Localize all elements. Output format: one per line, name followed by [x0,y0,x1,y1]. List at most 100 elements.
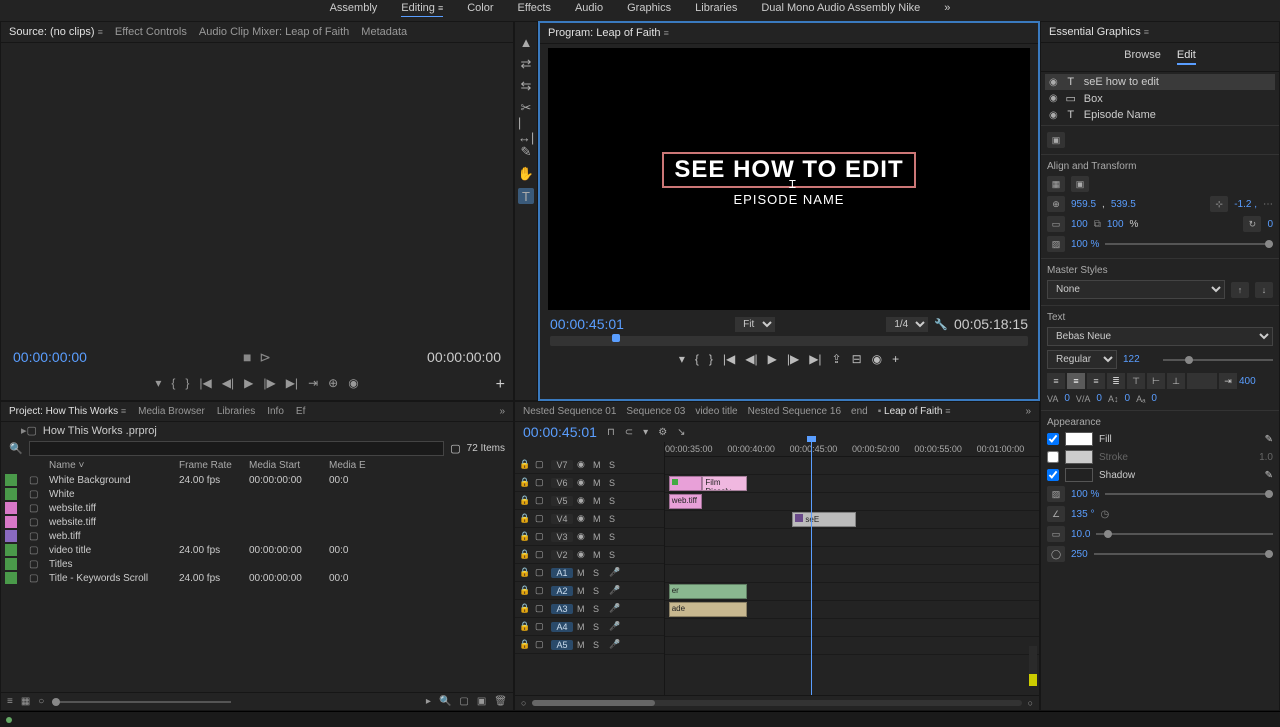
ws-libraries[interactable]: Libraries [695,2,737,17]
align-video-icon[interactable]: ▦ [1047,176,1065,192]
video-track-header[interactable]: 🔒▢V3◉MS [515,528,664,546]
add-button-icon[interactable]: + [496,376,505,394]
target-icon[interactable]: ▢ [535,603,547,614]
font-size-slider[interactable] [1163,359,1273,361]
mute-icon[interactable]: M [577,640,589,650]
source-monitor[interactable] [1,43,513,343]
track-a5[interactable] [665,637,1039,655]
voice-icon[interactable]: 🎤 [609,639,621,650]
mute-icon[interactable]: M [593,514,605,524]
lock-icon[interactable]: 🔒 [519,603,531,614]
rotation[interactable]: 0 [1267,219,1273,230]
track-a4[interactable] [665,619,1039,637]
find-icon[interactable]: 🔍 [439,696,451,707]
shadow-checkbox[interactable] [1047,469,1059,481]
label-color[interactable] [5,488,17,500]
track-label[interactable]: V4 [551,514,573,524]
bracket-out-icon[interactable]: } [709,352,713,366]
align-container-icon[interactable]: ▣ [1071,176,1089,192]
opacity[interactable]: 100 % [1071,239,1099,250]
track-v2[interactable] [665,547,1039,565]
step-back-icon[interactable]: ◀| [222,376,234,390]
extract-icon[interactable]: ⊟ [852,352,862,366]
resolution-select[interactable]: 1/4 [886,317,928,332]
shadow-opacity[interactable]: 100 % [1071,489,1099,500]
step-back-icon[interactable]: ◀| [745,352,757,366]
voice-icon[interactable]: 🎤 [609,567,621,578]
voice-icon[interactable]: 🎤 [609,585,621,596]
add-button-icon[interactable]: + [892,352,899,366]
asset-row[interactable]: ▢ Title - Keywords Scroll 24.00 fps 00:0… [1,571,513,585]
overflow-icon[interactable]: » [499,406,505,417]
track-a1[interactable] [665,565,1039,583]
video-track-header[interactable]: 🔒▢V2◉MS [515,546,664,564]
wrench-icon[interactable]: ↘ [677,427,685,438]
asset-row[interactable]: ▢ White Background 24.00 fps 00:00:00:00… [1,473,513,487]
zoom-in-icon[interactable]: ○ [1028,698,1033,708]
target-icon[interactable]: ▢ [535,531,547,542]
bracket-in-icon[interactable]: { [695,352,699,366]
track-a3[interactable]: ade [665,601,1039,619]
clip[interactable]: Film Dissolv [702,476,747,491]
eye-icon[interactable]: ◉ [577,531,589,542]
target-icon[interactable]: ▢ [535,621,547,632]
audio-track-header[interactable]: 🔒▢A3MS🎤 [515,600,664,618]
layer-item[interactable]: ◉▭Box [1045,90,1275,107]
step-fwd-icon[interactable]: |▶ [787,352,799,366]
shadow-swatch[interactable] [1065,468,1093,482]
go-out-icon[interactable]: ▶| [286,376,298,390]
align-right-icon[interactable]: ≡ [1087,373,1105,389]
marker-icon[interactable]: ▾ [643,427,648,438]
scale-w[interactable]: 100 [1071,219,1088,230]
shadow-blur-slider[interactable] [1094,553,1273,555]
mute-icon[interactable]: M [593,550,605,560]
ws-audio[interactable]: Audio [575,2,603,17]
asset-row[interactable]: ▢ Titles [1,557,513,571]
pen-tool-icon[interactable]: ✎ [518,144,534,160]
auto-seq-icon[interactable]: ▸ [426,696,431,707]
audio-clip[interactable]: ade [669,602,748,617]
slip-tool-icon[interactable]: |↔| [518,122,534,138]
effects-tab[interactable]: Ef [296,406,305,417]
target-icon[interactable]: ▢ [535,567,547,578]
lock-icon[interactable]: 🔒 [519,639,531,650]
track-label[interactable]: A4 [551,622,573,632]
stroke-width[interactable]: 1.0 [1259,452,1273,463]
tracks-area[interactable]: 00:00:35:00 00:00:40:00 00:00:45:00 00:0… [665,442,1039,695]
clip-selected[interactable]: seE [792,512,856,527]
list-view-icon[interactable]: ≡ [7,696,13,707]
source-tc-out[interactable]: 00:00:00:00 [427,349,501,366]
master-styles-select[interactable]: None [1047,280,1225,299]
overflow-icon[interactable]: » [1025,406,1031,417]
baseline[interactable]: 0 [1151,393,1157,404]
track-label[interactable]: V6 [551,478,573,488]
export-frame-icon[interactable]: ◉ [348,376,358,390]
zoom-select[interactable]: Fit [735,317,775,332]
eye-icon[interactable]: ◉ [1049,77,1058,88]
asset-row[interactable]: ▢ website.tiff [1,515,513,529]
track-label[interactable]: V7 [551,460,573,470]
audio-clip[interactable]: er [669,584,748,599]
mute-icon[interactable]: M [577,604,589,614]
col-fps[interactable]: Frame Rate [179,460,249,471]
track-select-tool-icon[interactable]: ⇄ [518,56,534,72]
stroke-swatch[interactable] [1065,450,1093,464]
target-icon[interactable]: ▢ [535,477,547,488]
align-justify-icon[interactable]: ≣ [1107,373,1125,389]
align-left-icon[interactable]: ≡ [1047,373,1065,389]
label-color[interactable] [5,502,17,514]
new-item-icon[interactable]: ▣ [477,696,486,707]
solo-icon[interactable]: S [609,550,621,560]
eye-icon[interactable]: ◉ [1049,93,1058,104]
zoom-slider[interactable] [52,701,231,703]
push-style-icon[interactable]: ↑ [1231,282,1249,298]
mute-icon[interactable]: M [593,532,605,542]
step-fwd-icon[interactable]: |▶ [263,376,275,390]
label-color[interactable] [5,572,17,584]
track-v3[interactable] [665,529,1039,547]
eyedropper-icon[interactable]: ✎ [1265,434,1273,445]
eye-icon[interactable]: ◉ [577,549,589,560]
lock-icon[interactable]: 🔒 [519,549,531,560]
program-title[interactable]: Program: Leap of Faith ≡ [548,27,669,39]
mark-in-icon[interactable]: ▾ [679,352,685,366]
